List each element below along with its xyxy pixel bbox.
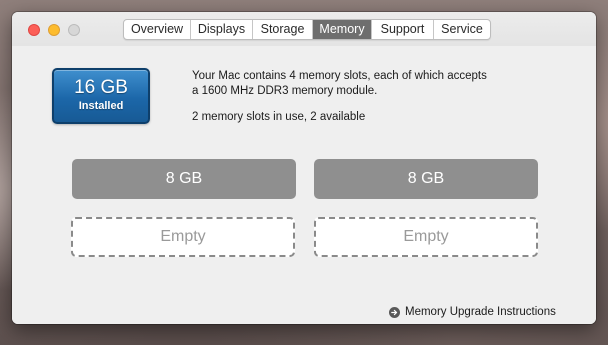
tab-bar: Overview Displays Storage Memory Support… bbox=[123, 19, 491, 40]
memory-description-line-2: a 1600 MHz DDR3 memory module. bbox=[192, 85, 378, 97]
memory-slot-3: Empty bbox=[71, 217, 295, 257]
installed-memory-badge: 16 GB Installed bbox=[52, 68, 150, 124]
memory-description-line-1: Your Mac contains 4 memory slots, each o… bbox=[192, 70, 487, 82]
tab-service[interactable]: Service bbox=[434, 20, 490, 39]
memory-slot-2: 8 GB bbox=[314, 159, 538, 199]
memory-upgrade-instructions-link[interactable]: Memory Upgrade Instructions bbox=[389, 305, 556, 319]
installed-memory-size: 16 GB bbox=[74, 77, 128, 98]
minimize-button[interactable] bbox=[48, 24, 60, 36]
memory-slot-4: Empty bbox=[314, 217, 538, 257]
tab-storage[interactable]: Storage bbox=[253, 20, 313, 39]
title-bar: Overview Displays Storage Memory Support… bbox=[12, 12, 596, 46]
installed-memory-label: Installed bbox=[78, 100, 124, 112]
close-button[interactable] bbox=[28, 24, 40, 36]
arrow-right-circle-icon bbox=[389, 306, 400, 318]
memory-upgrade-instructions-label: Memory Upgrade Instructions bbox=[405, 306, 556, 318]
about-this-mac-window: Overview Displays Storage Memory Support… bbox=[12, 12, 596, 324]
tab-displays[interactable]: Displays bbox=[191, 20, 253, 39]
tab-memory[interactable]: Memory bbox=[313, 20, 372, 39]
tab-overview[interactable]: Overview bbox=[124, 20, 191, 39]
tab-support[interactable]: Support bbox=[372, 20, 434, 39]
zoom-button[interactable] bbox=[68, 24, 80, 36]
memory-panel: 16 GB Installed Your Mac contains 4 memo… bbox=[12, 46, 596, 324]
memory-slots-status: 2 memory slots in use, 2 available bbox=[192, 111, 366, 123]
memory-slot-1: 8 GB bbox=[72, 159, 296, 199]
